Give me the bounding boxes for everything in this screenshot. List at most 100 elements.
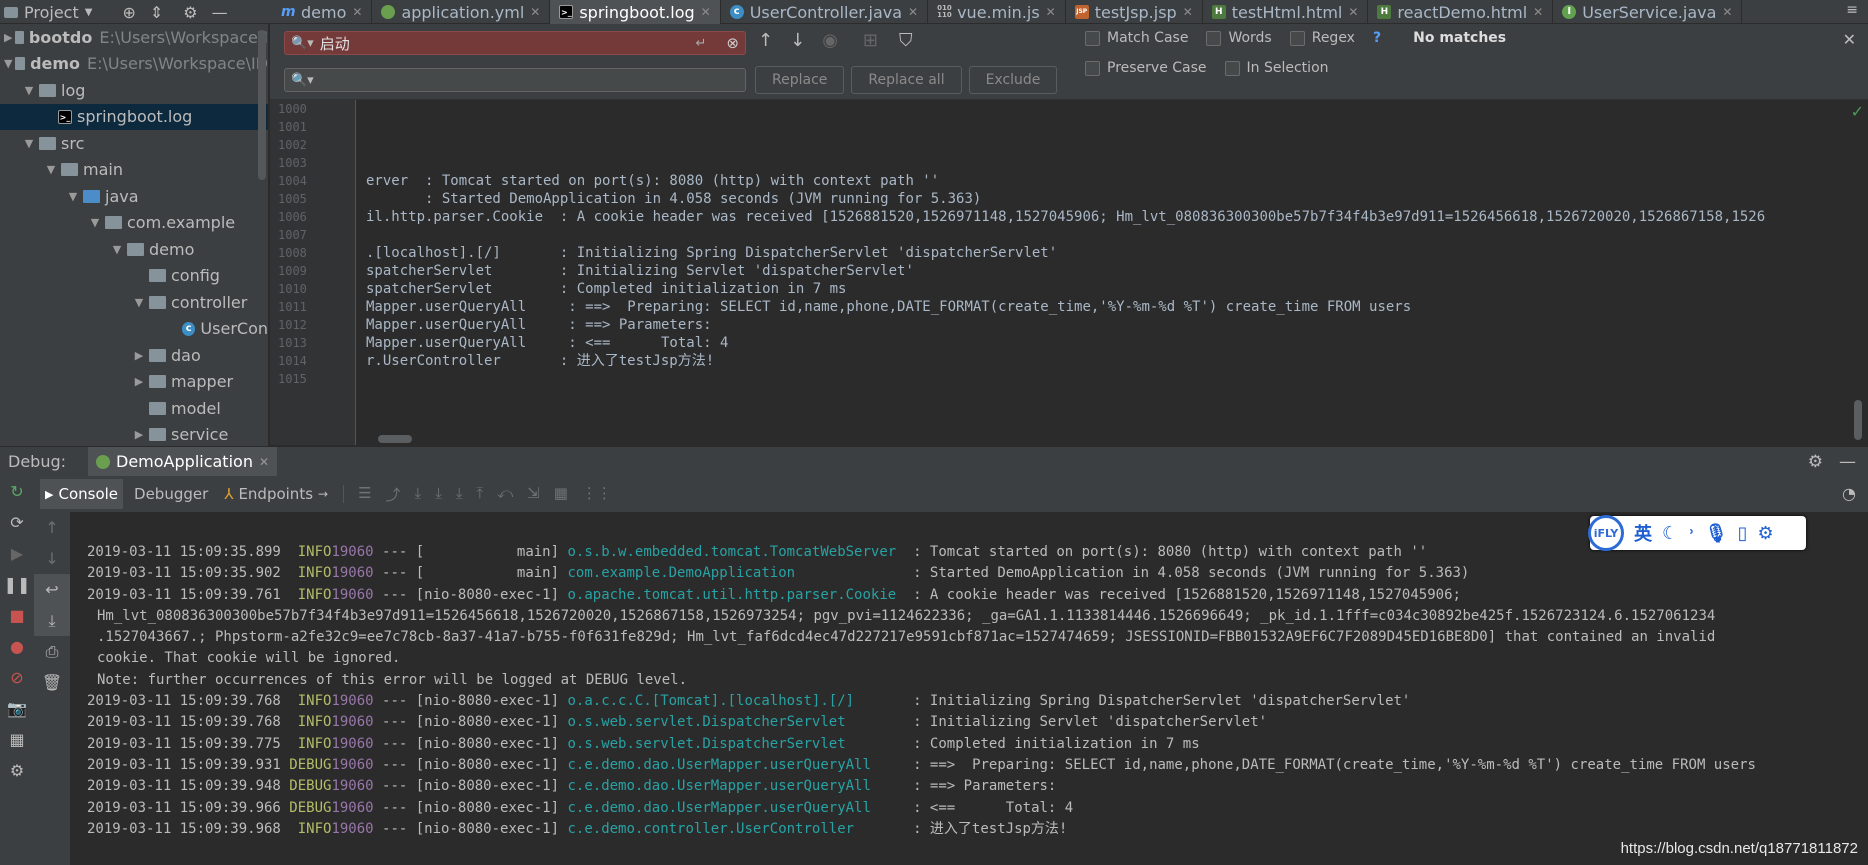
code-line[interactable]: erver : Tomcat started on port(s): 8080 … [366,172,1866,190]
console-line[interactable]: 2019-03-11 15:09:39.966 DEBUG19060 --- [… [87,798,1862,819]
tree-item-dao[interactable]: ▶ dao [0,342,268,369]
regex-help-link[interactable]: ? [1373,30,1381,46]
tree-item-service[interactable]: ▶ service [0,422,268,447]
tab-springboot-log[interactable]: >_ springboot.log ✕ [550,0,721,24]
newline-icon[interactable]: ↵ [696,36,707,51]
chevron-down-icon[interactable]: ▼ [4,57,12,70]
console-line[interactable]: 2019-03-11 15:09:39.968 INFO19060 --- [n… [87,819,1862,840]
tree-item-log[interactable]: ▼ log [0,77,268,104]
replace-field[interactable]: 🔍▾ [284,68,746,92]
trace-icon[interactable]: ⋮⋮ [582,484,612,505]
console-line[interactable]: cookie. That cookie will be ignored. [87,648,1862,669]
tab-list-icon[interactable]: ≡ [1846,2,1858,18]
project-header[interactable]: Project ▼ ⊕ ⇕ ⚙ — [0,0,268,24]
close-icon[interactable]: ✕ [908,5,918,19]
select-all-icon[interactable]: ⊞ [863,30,878,51]
code-line[interactable] [366,226,1866,244]
run-to-cursor-icon[interactable]: ⇲ [527,484,540,505]
filter-icon[interactable]: ⛉ [899,30,913,51]
search-icon[interactable]: 🔍▾ [291,36,314,51]
chevron-right-icon[interactable]: ▶ [132,428,146,441]
close-icon[interactable]: ✕ [259,455,269,469]
tree-item-bootdo[interactable]: ▶ bootdo E:\Users\Workspace\I [0,24,268,51]
step-out-icon[interactable]: ⤒ [476,484,483,505]
arrow-down-icon[interactable]: ↓ [34,543,70,574]
keyboard-icon[interactable]: ▯ [1738,523,1748,544]
search-icon[interactable]: 🔍▾ [291,73,314,88]
collapse-icon[interactable]: ⇕ [150,3,163,22]
tab-testhtml-html[interactable]: HtestHtml.html ✕ [1203,0,1369,24]
chevron-down-icon[interactable]: ▼ [88,216,102,229]
rerun-icon[interactable]: ↻ [0,476,34,507]
arrow-down-icon[interactable]: ↓ [790,30,805,51]
exclude-button[interactable]: Exclude [968,66,1058,94]
moon-icon[interactable]: ☾ [1662,523,1678,544]
replace-all-button[interactable]: Replace all [851,66,962,94]
punctuation-icon[interactable]: ˒ [1688,523,1695,544]
tab-application-yml[interactable]: application.yml ✕ [372,0,551,24]
run-tab-demoapplication[interactable]: DemoApplication ✕ [88,446,278,477]
console-line[interactable]: .1527043667.; Phpstorm-a2fe32c9=ee7c78cb… [87,627,1862,648]
in-selection-checkbox[interactable]: In Selection [1224,60,1329,76]
force-step-into-icon[interactable]: ⤓ [456,484,463,505]
tree-scrollbar[interactable] [258,30,266,180]
drop-frame-icon[interactable]: ⤺ [497,484,513,505]
code-line[interactable]: : Started DemoApplication in 4.058 secon… [366,190,1866,208]
code-line[interactable]: il.http.parser.Cookie : A cookie header … [366,208,1866,226]
chevron-down-icon[interactable]: ▼ [110,243,124,256]
target-icon[interactable]: ⊕ [122,3,135,22]
code-line[interactable] [366,154,1866,172]
code-line[interactable]: Mapper.userQueryAll : ==> Parameters: [366,316,1866,334]
tab-reactdemo-html[interactable]: HreactDemo.html ✕ [1368,0,1554,24]
replace-button[interactable]: Replace [755,66,845,94]
clear-icon[interactable]: ⊗ [726,34,739,52]
console-line[interactable]: Hm_lvt_080836300300be57b7f34f4b3e97d911=… [87,606,1862,627]
close-icon[interactable]: ✕ [530,5,540,19]
step-into-icon[interactable]: ⤓ [435,484,442,505]
checkbox-box[interactable] [1085,60,1100,76]
code-line[interactable]: Mapper.userQueryAll : <== Total: 4 [366,334,1866,352]
tree-item-java[interactable]: ▼ java [0,183,268,210]
arrow-up-icon[interactable]: ↑ [34,512,70,543]
tab-demo[interactable]: m demo ✕ [272,0,373,24]
close-icon[interactable]: ✕ [701,5,711,19]
tab-usercontroller-java[interactable]: c UserController.java ✕ [721,0,929,24]
log-editor[interactable]: 1000 1001 1002 1003 1004 1005 1006 1007 1008 1009… [270,100,1868,445]
pin-icon[interactable]: → [318,487,328,501]
chevron-right-icon[interactable]: ▶ [132,375,146,388]
tab-endpoints[interactable]: ⅄ Endpoints → [219,479,333,509]
close-icon[interactable]: ✕ [1722,5,1732,19]
code-line[interactable]: .[localhost].[/] : Initializing Spring D… [366,244,1866,262]
soft-wrap-icon[interactable]: ↩ [34,574,70,605]
words-checkbox[interactable]: Words [1206,30,1272,46]
console-output[interactable]: 2019-03-11 15:09:35.899 INFO19060 --- [ … [72,512,1868,865]
minimize-icon[interactable]: — [212,3,228,22]
tree-item-model[interactable]: model [0,395,268,422]
show-execution-point-icon[interactable]: ⤴ [386,484,401,505]
close-icon[interactable]: ✕ [352,5,362,19]
chevron-down-icon[interactable]: ▼ [85,7,93,18]
tree-item-src[interactable]: ▼ src [0,130,268,157]
console-line[interactable]: 2019-03-11 15:09:39.948 DEBUG19060 --- [… [87,776,1862,797]
console-line[interactable]: 2019-03-11 15:09:35.902 INFO19060 --- [ … [87,563,1862,584]
code-line[interactable] [366,118,1866,136]
chevron-down-icon[interactable]: ▼ [22,137,36,150]
chevron-right-icon[interactable]: ▶ [132,349,146,362]
console-line[interactable]: 2019-03-11 15:09:39.931 DEBUG19060 --- [… [87,755,1862,776]
memory-gauge-icon[interactable]: ◔ [1842,484,1856,503]
chevron-down-icon[interactable]: ▼ [22,84,36,97]
scroll-to-end-icon[interactable]: ⤓ [34,605,70,636]
tree-item-config[interactable]: config [0,263,268,290]
tab-debugger[interactable]: Debugger [129,479,213,509]
console-line[interactable]: 2019-03-11 15:09:39.761 INFO19060 --- [n… [87,585,1862,606]
close-icon[interactable]: ✕ [1843,30,1856,49]
resume-icon[interactable]: ▶ [0,538,34,569]
regex-checkbox[interactable]: Regex [1289,30,1355,46]
editor-vertical-scrollbar[interactable] [1854,400,1862,440]
console-line[interactable]: 2019-03-11 15:09:39.775 INFO19060 --- [n… [87,734,1862,755]
evaluate-icon[interactable]: ▦ [554,484,568,505]
chevron-down-icon[interactable]: ▼ [44,163,58,176]
preserve-case-checkbox[interactable]: Preserve Case [1085,60,1207,76]
close-icon[interactable]: ✕ [1348,5,1358,19]
ime-language-toggle[interactable]: 英 [1634,520,1652,546]
